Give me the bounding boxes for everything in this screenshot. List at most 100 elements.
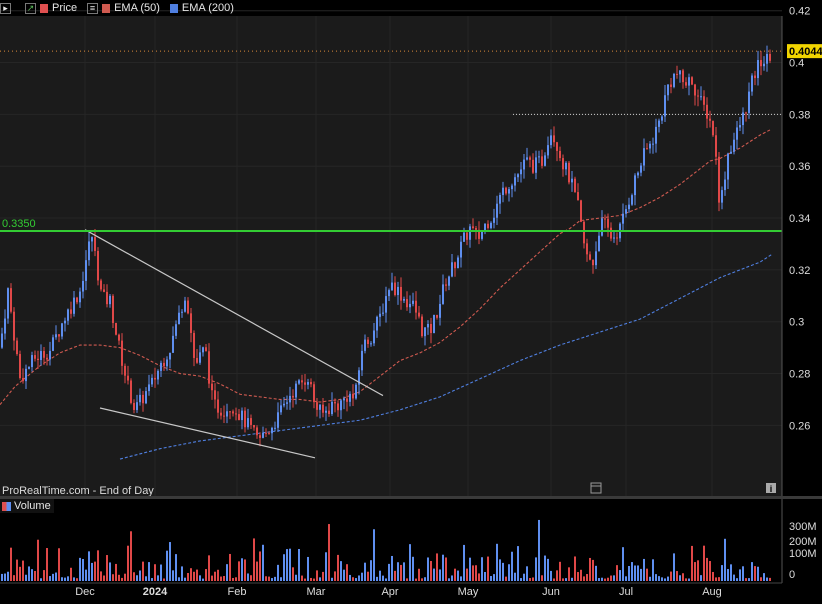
volume-legend[interactable]: Volume: [0, 499, 54, 513]
candle-body: [22, 377, 24, 382]
price-chart[interactable]: 0.3350 0.4044 ProRealTime.com - End of Day…: [0, 0, 822, 599]
volume-bar: [271, 578, 273, 581]
candle-body: [667, 84, 669, 96]
candle[interactable]: [19, 350, 21, 380]
volume-bar: [718, 577, 720, 581]
candle-body: [334, 401, 336, 404]
legend-ema50[interactable]: ≡ EMA (50): [87, 2, 160, 14]
candle-body: [724, 179, 726, 191]
candle-body: [676, 73, 678, 75]
volume-bar: [79, 557, 81, 581]
candle-body: [658, 120, 660, 127]
volume-bar: [121, 577, 123, 581]
volume-bar: [739, 569, 741, 581]
volume-bar: [373, 529, 375, 581]
candle[interactable]: [112, 294, 114, 329]
candle-body: [79, 291, 81, 303]
candle-body: [352, 393, 354, 399]
candle-body: [541, 156, 543, 166]
candle-body: [229, 411, 231, 413]
candle-body: [34, 355, 36, 359]
watermark: ProRealTime.com - End of Day: [2, 485, 154, 497]
candle-body: [256, 427, 258, 436]
candle-body: [757, 60, 759, 79]
candle-body: [766, 53, 768, 64]
volume-bar: [532, 577, 534, 581]
candle[interactable]: [97, 247, 99, 286]
candle-body: [193, 332, 195, 358]
y-tick-label: 0.28: [789, 369, 810, 381]
volume-bar: [106, 555, 108, 581]
candle-body: [595, 251, 597, 266]
candle-body: [451, 262, 453, 277]
candle-body: [238, 414, 240, 421]
volume-bar: [328, 524, 330, 581]
candle-body: [232, 411, 234, 414]
candle[interactable]: [712, 120, 714, 137]
candle-body: [544, 155, 546, 166]
candle-body: [130, 380, 132, 403]
candle-body: [517, 174, 519, 178]
volume-bar: [256, 561, 258, 581]
volume-bar: [475, 565, 477, 581]
volume-bar: [76, 578, 78, 581]
candle[interactable]: [718, 151, 720, 212]
volume-bar: [244, 559, 246, 581]
candle-body: [502, 187, 504, 195]
candle-body: [700, 96, 702, 98]
candle[interactable]: [7, 287, 9, 324]
info-icon[interactable]: i: [766, 483, 776, 494]
y-tick-label: 0.34: [789, 213, 810, 225]
volume-bar: [133, 572, 135, 581]
volume-bar: [367, 571, 369, 581]
legend-price[interactable]: ↗ Price: [25, 2, 77, 14]
candle[interactable]: [568, 160, 570, 185]
candle-body: [244, 410, 246, 428]
settings-icon[interactable]: ↗: [25, 2, 36, 14]
legend-ema200[interactable]: EMA (200): [169, 2, 234, 14]
candle-body: [289, 395, 291, 403]
candle-body: [421, 316, 423, 337]
volume-bar: [439, 569, 441, 581]
volume-bar: [565, 578, 567, 581]
candle-body: [610, 227, 612, 239]
volume-bar: [685, 578, 687, 581]
candle-body: [433, 314, 435, 334]
volume-bar: [160, 564, 162, 581]
volume-bar: [355, 578, 357, 581]
candle[interactable]: [574, 176, 576, 193]
candle[interactable]: [355, 382, 357, 400]
legend-expand[interactable]: ▸: [0, 2, 15, 14]
volume-bar: [625, 576, 627, 581]
candle-body: [469, 226, 471, 240]
candle-body: [487, 223, 489, 229]
volume-bar: [670, 571, 672, 581]
candle-body: [400, 286, 402, 301]
list-icon[interactable]: ≡: [87, 2, 99, 14]
pane-separator[interactable]: [0, 496, 822, 499]
candle-body: [415, 300, 417, 313]
candle-body: [703, 96, 705, 105]
volume-bar: [523, 573, 525, 581]
volume-bar: [22, 560, 24, 581]
candle-body: [511, 185, 513, 190]
candle-body: [136, 402, 138, 410]
candle[interactable]: [691, 76, 693, 86]
candle[interactable]: [433, 314, 435, 334]
candle[interactable]: [673, 72, 675, 89]
volume-bar: [55, 572, 57, 581]
candle[interactable]: [580, 199, 582, 223]
candle[interactable]: [115, 322, 117, 336]
volume-bar: [619, 570, 621, 581]
candle-body: [664, 95, 666, 117]
candle[interactable]: [631, 193, 633, 206]
candle-body: [526, 157, 528, 160]
x-tick-label: May: [458, 586, 479, 598]
chevron-icon[interactable]: ▸: [0, 2, 11, 14]
candle[interactable]: [130, 378, 132, 405]
candle-body: [505, 187, 507, 194]
candle-body: [277, 412, 279, 428]
candle[interactable]: [421, 314, 423, 338]
volume-bar: [40, 578, 42, 581]
volume-bar: [664, 578, 666, 581]
